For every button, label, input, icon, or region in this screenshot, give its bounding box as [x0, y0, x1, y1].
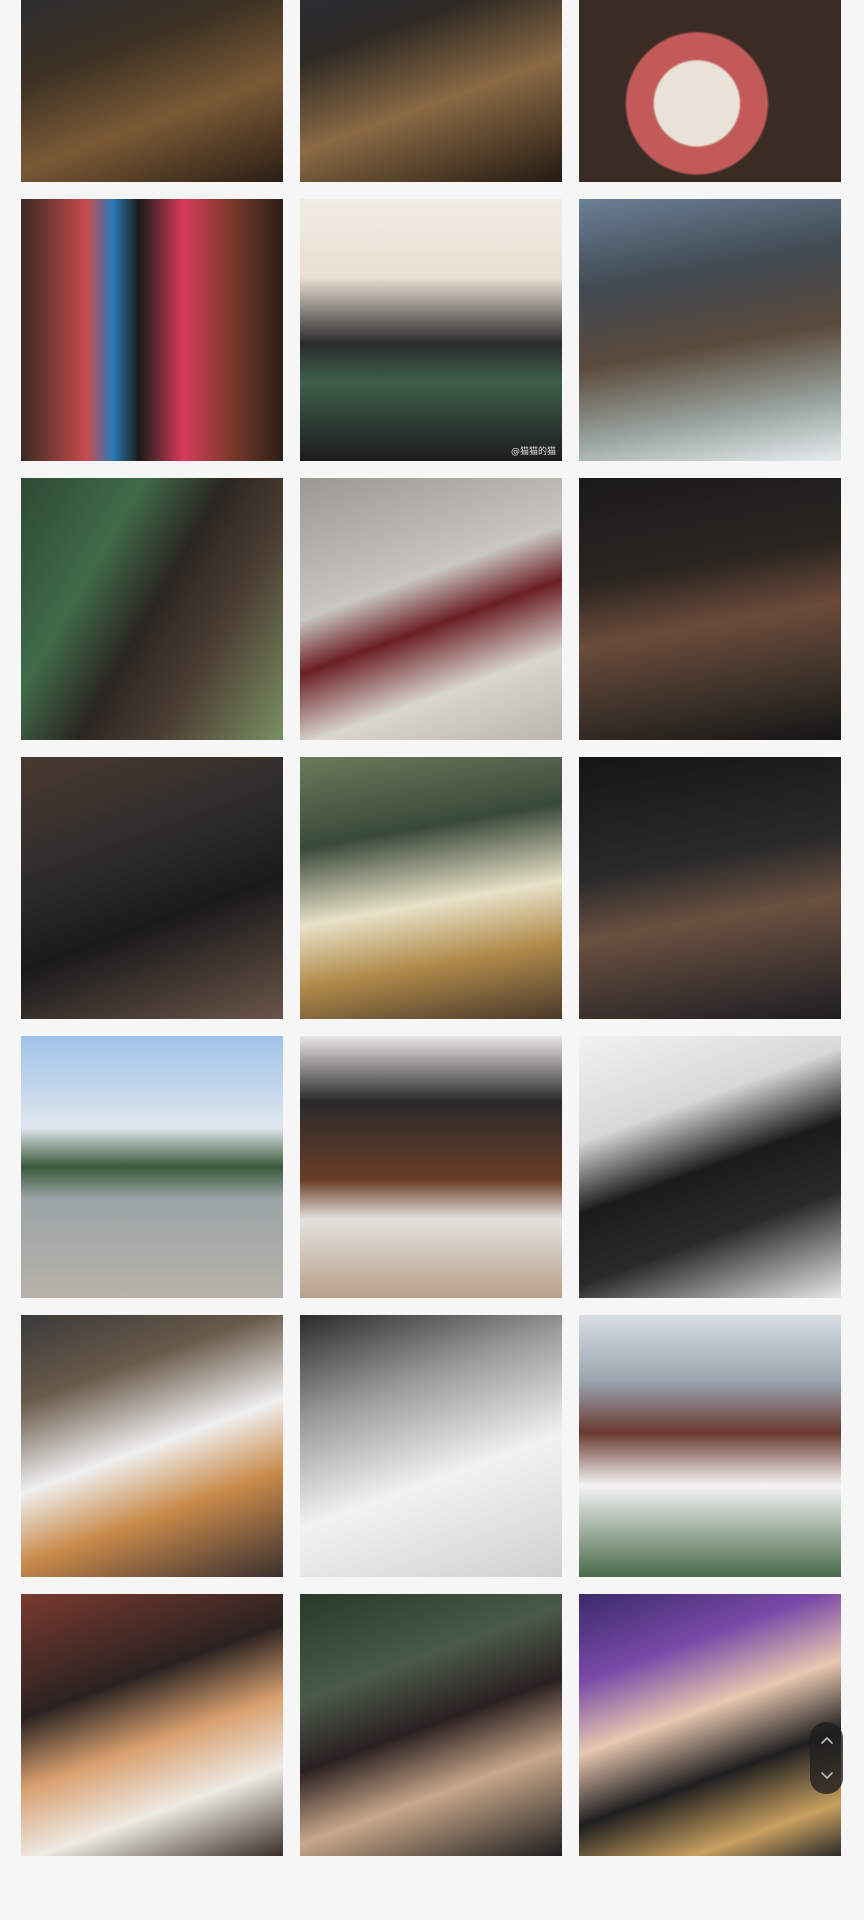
- photo-tile-13[interactable]: [21, 1036, 283, 1298]
- photo-tile-20[interactable]: [300, 1594, 562, 1856]
- photo-tile-2[interactable]: [300, 0, 562, 182]
- photo-gallery-page: @猫猫的猫: [0, 0, 864, 1920]
- photo-image: [300, 757, 562, 1019]
- photo-tile-16[interactable]: [21, 1315, 283, 1577]
- photo-image: [21, 478, 283, 740]
- photo-image: [21, 199, 283, 461]
- chevron-up-icon[interactable]: [818, 1732, 836, 1750]
- photo-tile-17[interactable]: [300, 1315, 562, 1577]
- photo-tile-10[interactable]: [21, 757, 283, 1019]
- photo-tile-8[interactable]: [300, 478, 562, 740]
- photo-tile-12[interactable]: [579, 757, 841, 1019]
- photo-tile-4[interactable]: [21, 199, 283, 461]
- photo-image: [21, 1594, 283, 1856]
- photo-image: [579, 1315, 841, 1577]
- photo-tile-5[interactable]: @猫猫的猫: [300, 199, 562, 461]
- photo-image: [21, 0, 283, 182]
- photo-image: [579, 478, 841, 740]
- photo-tile-11[interactable]: [300, 757, 562, 1019]
- photo-image: [579, 1594, 841, 1856]
- photo-image: [300, 199, 562, 461]
- photo-image: [21, 757, 283, 1019]
- photo-tile-19[interactable]: [21, 1594, 283, 1856]
- photo-tile-21[interactable]: [579, 1594, 841, 1856]
- photo-image: [300, 1594, 562, 1856]
- photo-tile-14[interactable]: [300, 1036, 562, 1298]
- photo-image: [579, 199, 841, 461]
- photo-image: [21, 1036, 283, 1298]
- photo-tile-9[interactable]: [579, 478, 841, 740]
- photo-image: [300, 478, 562, 740]
- photo-tile-7[interactable]: [21, 478, 283, 740]
- photo-tile-15[interactable]: [579, 1036, 841, 1298]
- photo-grid: @猫猫的猫: [21, 0, 843, 1856]
- photo-image: [579, 757, 841, 1019]
- photo-image: [579, 1036, 841, 1298]
- photo-image: [300, 0, 562, 182]
- photo-tile-1[interactable]: [21, 0, 283, 182]
- photo-tile-18[interactable]: [579, 1315, 841, 1577]
- photo-tile-6[interactable]: [579, 199, 841, 461]
- chevron-down-icon[interactable]: [818, 1766, 836, 1784]
- photo-tile-3[interactable]: [579, 0, 841, 182]
- photo-image: [300, 1036, 562, 1298]
- photo-image: [579, 0, 841, 182]
- photo-image: [300, 1315, 562, 1577]
- photo-image: [21, 1315, 283, 1577]
- scroll-nav-widget[interactable]: [810, 1722, 843, 1794]
- photo-watermark: @猫猫的猫: [510, 447, 556, 457]
